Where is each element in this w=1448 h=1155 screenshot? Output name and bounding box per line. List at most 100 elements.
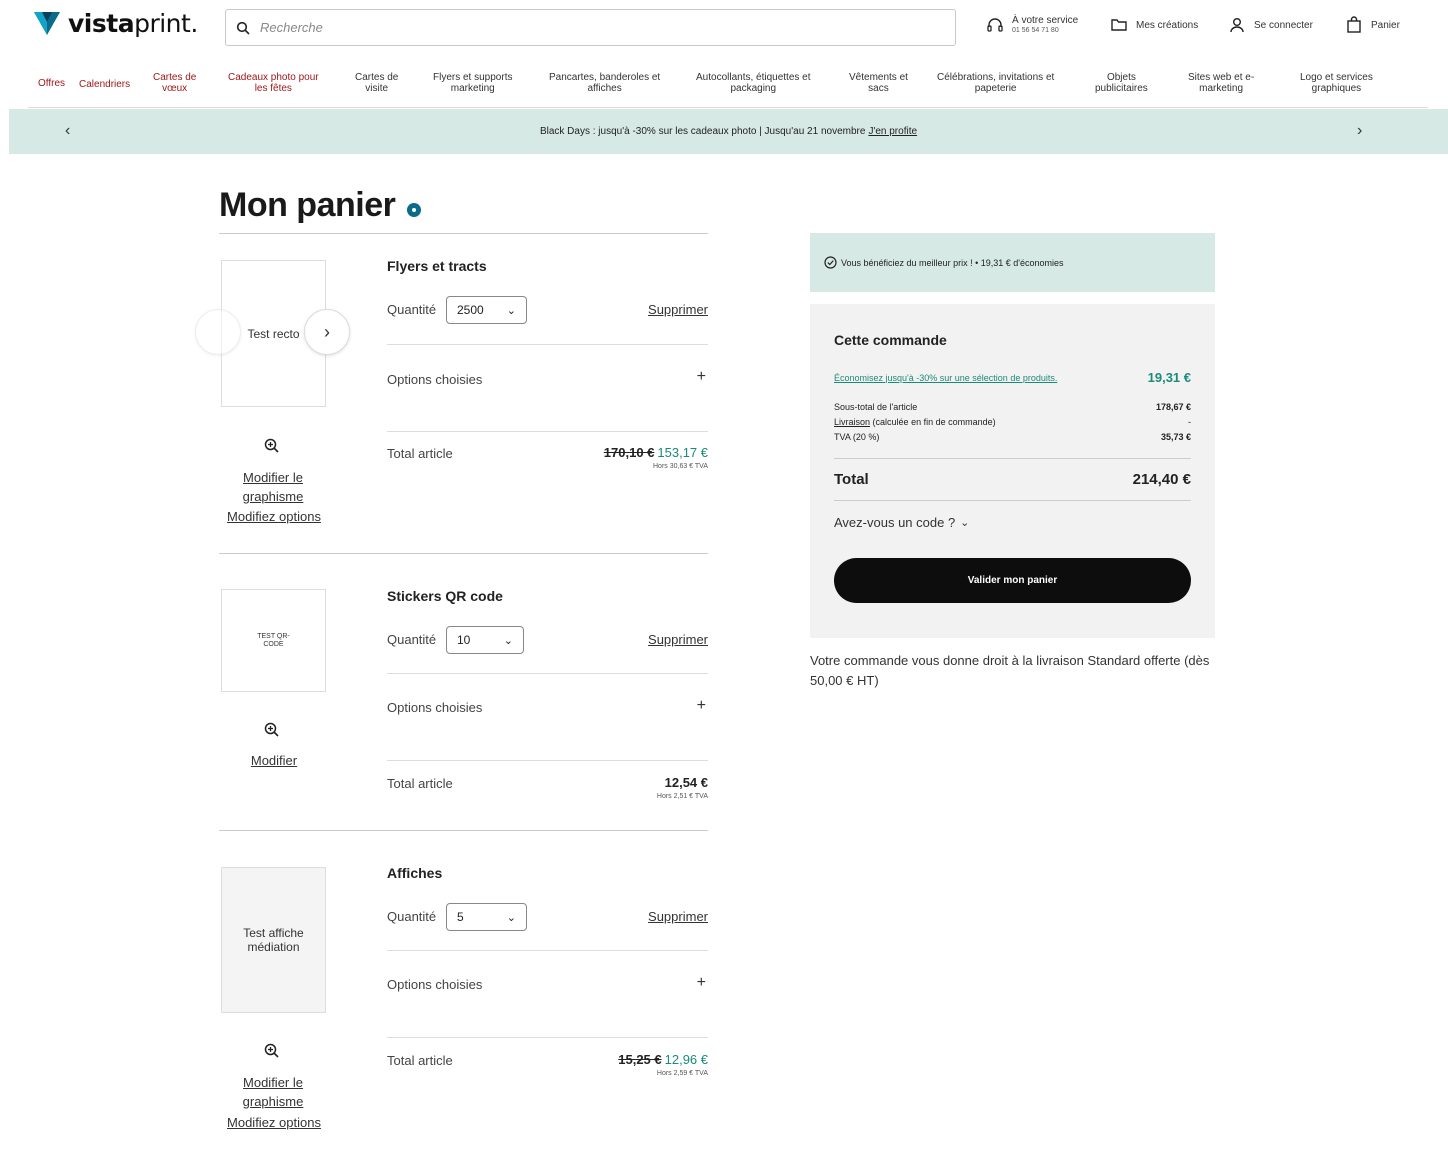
chevron-down-icon: ⌄ <box>506 911 516 924</box>
validate-cart-button[interactable]: Valider mon panier <box>834 558 1191 603</box>
row-divider <box>387 1037 708 1038</box>
login-label: Se connecter <box>1254 19 1313 31</box>
old-price: 170,10 € <box>603 445 655 460</box>
cart-link[interactable]: Panier <box>1345 16 1400 34</box>
promo-prev-arrow-icon[interactable]: ‹ <box>65 122 70 140</box>
delivery-link[interactable]: Livraison <box>834 417 870 427</box>
nav-item-cartes-visite[interactable]: Cartes de visite <box>355 72 398 94</box>
row-divider <box>387 431 708 432</box>
cart-item-affiches: Test affiche médiation Modifier le graph… <box>219 841 708 1141</box>
vat-value: 35,73 € <box>1160 432 1191 442</box>
nav-item-cartes-voeux[interactable]: Cartes de vœux <box>153 72 196 94</box>
user-icon <box>1230 18 1244 33</box>
nav-item-vetements[interactable]: Vêtements et sacs <box>849 72 908 94</box>
promo-code-toggle[interactable]: Avez-vous un code ? ⌄ <box>834 515 969 530</box>
logo-icon <box>34 12 60 35</box>
summary-divider <box>834 500 1191 501</box>
edit-options-link[interactable]: Modifiez options <box>219 507 329 526</box>
search-input[interactable] <box>260 20 860 35</box>
old-price: 15,25 € <box>618 1052 662 1067</box>
login-link[interactable]: Se connecter <box>1228 16 1313 34</box>
quantity-select[interactable]: 5 ⌄ <box>446 903 527 931</box>
summary-promo-row: Économisez jusqu'à -30% sur une sélectio… <box>834 370 1191 385</box>
remove-item-link[interactable]: Supprimer <box>648 302 708 317</box>
new-price: 153,17 € <box>657 445 708 460</box>
product-name: Stickers QR code <box>387 588 503 604</box>
product-thumbnail[interactable]: Test affiche médiation <box>221 867 326 1013</box>
row-divider <box>387 673 708 674</box>
quantity-label: Quantité <box>387 632 437 647</box>
expand-options-icon[interactable]: + <box>697 368 706 386</box>
promo-savings-link[interactable]: Économisez jusqu'à -30% sur une sélectio… <box>834 373 1057 383</box>
nav-item-autocollants[interactable]: Autocollants, étiquettes et packaging <box>696 72 811 94</box>
promo-banner: ‹ Black Days : jusqu'à -30% sur les cade… <box>9 109 1448 154</box>
item-total-label: Total article <box>387 776 453 791</box>
info-icon[interactable] <box>407 202 422 217</box>
nav-item-offres[interactable]: Offres <box>38 78 65 89</box>
item-total-label: Total article <box>387 1053 453 1068</box>
zoom-in-icon[interactable] <box>263 721 281 739</box>
my-creations-label: Mes créations <box>1136 19 1199 31</box>
edit-design-link[interactable]: Modifier le graphisme <box>218 468 328 506</box>
page-title: Mon panier <box>219 186 422 225</box>
nav-item-flyers[interactable]: Flyers et supports marketing <box>433 72 512 94</box>
vistaprint-logo[interactable]: vistaprint. <box>32 8 198 38</box>
nav-item-pancartes[interactable]: Pancartes, banderoles et affiches <box>549 72 660 94</box>
carousel-prev-button[interactable] <box>195 309 241 355</box>
row-divider <box>387 344 708 345</box>
cart-item-stickers: TEST QR-CODE Modifier Stickers QR code Q… <box>219 564 708 829</box>
search-bar[interactable] <box>225 9 956 46</box>
product-thumbnail[interactable]: TEST QR-CODE <box>221 589 326 692</box>
quantity-value: 2500 <box>457 303 484 317</box>
nav-item-cadeaux-photo[interactable]: Cadeaux photo pour les fêtes <box>228 72 319 94</box>
quantity-select[interactable]: 2500 ⌄ <box>446 296 527 324</box>
vat-label: TVA (20 %) <box>834 432 880 442</box>
edit-link[interactable]: Modifier <box>219 751 329 770</box>
nav-item-logo-services[interactable]: Logo et services graphiques <box>1300 72 1373 94</box>
chevron-right-icon: › <box>324 321 330 342</box>
options-label: Options choisies <box>387 700 483 715</box>
zoom-in-icon[interactable] <box>263 1042 281 1060</box>
quantity-select[interactable]: 10 ⌄ <box>446 626 524 654</box>
thumbnail-text: TEST QR-CODE <box>257 632 290 648</box>
vat-row: TVA (20 %) 35,73 € <box>834 432 1191 442</box>
customer-service-link[interactable]: À votre service 01 56 54 71 80 <box>986 16 1078 36</box>
remove-item-link[interactable]: Supprimer <box>648 632 708 647</box>
quantity-label: Quantité <box>387 909 437 924</box>
nav-item-celebrations[interactable]: Célébrations, invitations et papeterie <box>937 72 1054 94</box>
subtotal-value: 178,67 € <box>1155 402 1191 412</box>
promo-text: Black Days : jusqu'à -30% sur les cadeau… <box>539 126 866 137</box>
nav-item-objets[interactable]: Objets publicitaires <box>1095 72 1148 94</box>
my-creations-link[interactable]: Mes créations <box>1110 16 1198 34</box>
logo-text: vistaprint. <box>68 8 198 38</box>
subtotal-label: Sous-total de l'article <box>834 402 918 412</box>
chevron-down-icon: ⌄ <box>506 304 516 317</box>
promo-link[interactable]: J'en profite <box>868 126 917 137</box>
quantity-value: 10 <box>457 633 471 647</box>
nav-item-calendriers[interactable]: Calendriers <box>79 79 130 90</box>
row-divider <box>387 950 708 951</box>
carousel-next-button[interactable]: › <box>304 309 350 355</box>
service-phone: 01 56 54 71 80 <box>1012 27 1059 34</box>
chevron-down-icon: ⌄ <box>503 634 513 647</box>
delivery-label: (calculée en fin de commande) <box>872 417 996 427</box>
nav-item-sites-web[interactable]: Sites web et e- marketing <box>1188 72 1254 94</box>
zoom-in-icon[interactable] <box>263 437 281 455</box>
product-name: Affiches <box>387 865 443 881</box>
expand-options-icon[interactable]: + <box>697 974 706 992</box>
savings-banner: Vous bénéficiez du meilleur prix ! • 19,… <box>810 233 1215 292</box>
expand-options-icon[interactable]: + <box>697 697 706 715</box>
chevron-down-icon: ⌄ <box>960 517 970 529</box>
item-separator <box>219 553 708 554</box>
cart-label: Panier <box>1371 19 1400 31</box>
remove-item-link[interactable]: Supprimer <box>648 909 708 924</box>
promo-next-arrow-icon[interactable]: › <box>1357 122 1362 140</box>
thumbnail-text: Test recto <box>247 326 300 341</box>
item-price: 170,10 €153,17 € Hors 30,63 € TVA <box>604 445 708 470</box>
price-excl-vat: Hors 2,51 € TVA <box>656 793 708 800</box>
edit-design-link[interactable]: Modifier le graphisme <box>218 1073 328 1111</box>
edit-options-link[interactable]: Modifiez options <box>219 1113 329 1132</box>
subtotal-row: Sous-total de l'article 178,67 € <box>834 402 1191 412</box>
main-navigation: Offres Calendriers Cartes de vœux Cadeau… <box>28 64 1428 108</box>
item-total-label: Total article <box>387 446 453 461</box>
